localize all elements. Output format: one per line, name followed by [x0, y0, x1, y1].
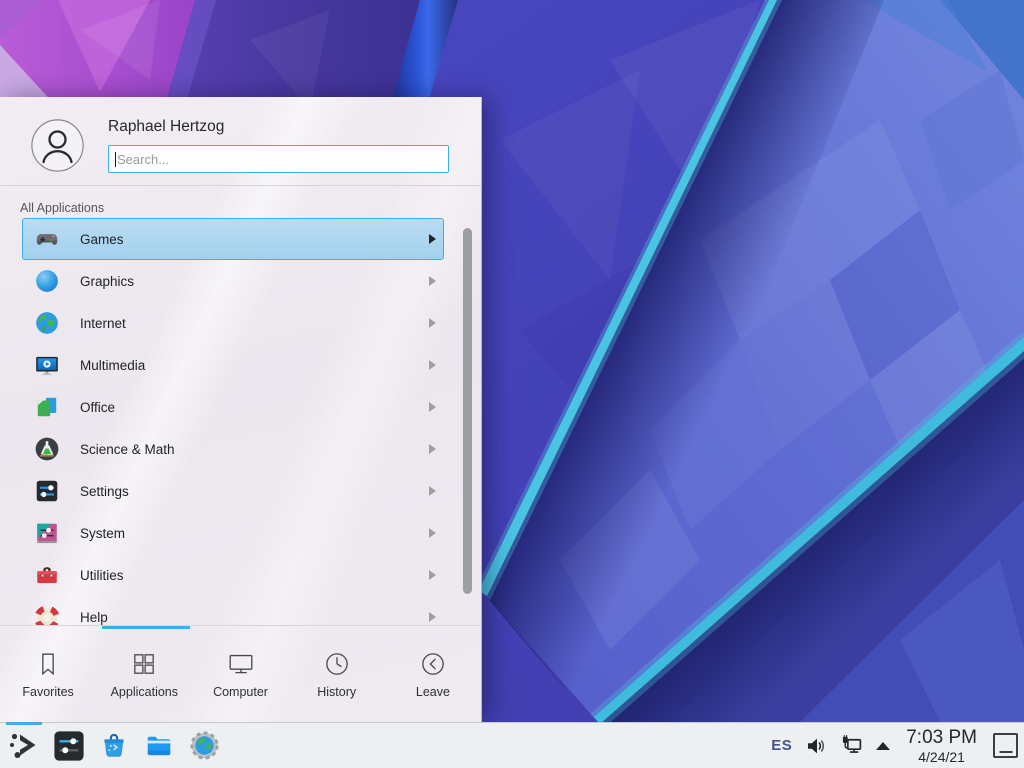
category-games[interactable]: Games	[22, 218, 444, 260]
tab-history[interactable]: History	[289, 626, 385, 722]
submenu-arrow-icon	[429, 318, 436, 328]
taskbar: ES 7:03 PM 4/24/21	[0, 722, 1024, 768]
computer-icon	[226, 649, 256, 679]
tab-computer[interactable]: Computer	[192, 626, 288, 722]
category-utilities[interactable]: Utilities	[22, 554, 444, 596]
submenu-arrow-icon	[429, 402, 436, 412]
discover-button[interactable]	[98, 723, 130, 768]
clock-date: 4/24/21	[906, 750, 977, 764]
category-label: Multimedia	[80, 358, 145, 373]
system-tray: ES 7:03 PM 4/24/21	[771, 723, 1024, 768]
clock-time: 7:03 PM	[906, 728, 977, 747]
volume-icon[interactable]	[805, 735, 827, 757]
tab-label: History	[317, 685, 356, 699]
submenu-arrow-icon	[429, 444, 436, 454]
submenu-arrow-icon	[429, 234, 436, 244]
internet-icon	[34, 310, 60, 336]
search-placeholder: Search...	[117, 152, 169, 167]
category-label: Graphics	[80, 274, 134, 289]
category-settings[interactable]: Settings	[22, 470, 444, 512]
category-multimedia[interactable]: Multimedia	[22, 344, 444, 386]
category-label: Office	[80, 400, 115, 415]
submenu-arrow-icon	[429, 486, 436, 496]
system-settings-button[interactable]	[53, 723, 85, 768]
application-launcher-button[interactable]	[5, 723, 43, 768]
tab-label: Leave	[416, 685, 450, 699]
show-desktop-button[interactable]	[993, 733, 1018, 758]
launcher-header: Raphael Hertzog Search...	[0, 97, 481, 186]
text-cursor	[115, 152, 116, 167]
category-label: Games	[80, 232, 124, 247]
active-tab-indicator	[102, 626, 190, 629]
submenu-arrow-icon	[429, 612, 436, 622]
system-icon	[34, 520, 60, 546]
submenu-arrow-icon	[429, 570, 436, 580]
category-label: Help	[80, 610, 108, 625]
multimedia-icon	[34, 352, 60, 378]
applications-icon	[129, 649, 159, 679]
kde-launcher-icon	[7, 729, 41, 763]
desktop: Raphael Hertzog Search... All Applicatio…	[0, 0, 1024, 768]
user-name: Raphael Hertzog	[108, 118, 224, 136]
category-list: Games Graphics	[0, 218, 481, 625]
tab-leave[interactable]: Leave	[385, 626, 481, 722]
tab-label: Computer	[213, 685, 268, 699]
category-graphics[interactable]: Graphics	[22, 260, 444, 302]
tab-favorites[interactable]: Favorites	[0, 626, 96, 722]
dolphin-folder-icon	[143, 729, 175, 762]
category-system[interactable]: System	[22, 512, 444, 554]
konqueror-globe-icon	[189, 730, 220, 761]
section-label: All Applications	[20, 201, 104, 215]
tab-label: Applications	[111, 685, 178, 699]
submenu-arrow-icon	[429, 360, 436, 370]
system-settings-icon	[53, 730, 85, 762]
utilities-icon	[34, 562, 60, 588]
games-icon	[34, 226, 60, 252]
application-launcher-menu: Raphael Hertzog Search... All Applicatio…	[0, 97, 482, 722]
submenu-arrow-icon	[429, 276, 436, 286]
history-icon	[322, 649, 352, 679]
category-help[interactable]: Help	[22, 596, 444, 625]
category-label: Science & Math	[80, 442, 175, 457]
submenu-arrow-icon	[429, 528, 436, 538]
file-manager-button[interactable]	[143, 723, 175, 768]
tab-applications[interactable]: Applications	[96, 626, 192, 722]
discover-bag-icon	[98, 729, 130, 762]
expand-tray-icon[interactable]	[876, 742, 890, 750]
favorites-icon	[33, 649, 63, 679]
category-science-math[interactable]: Science & Math	[22, 428, 444, 470]
graphics-icon	[34, 268, 60, 294]
tab-label: Favorites	[22, 685, 73, 699]
category-label: Utilities	[80, 568, 124, 583]
leave-icon	[418, 649, 448, 679]
search-input[interactable]: Search...	[108, 145, 449, 173]
category-label: System	[80, 526, 125, 541]
help-icon	[34, 604, 60, 625]
office-icon	[34, 394, 60, 420]
taskbar-launchers	[0, 723, 220, 768]
user-avatar-icon[interactable]	[31, 119, 84, 172]
launcher-tab-bar: Favorites Applications Computer	[0, 625, 481, 722]
category-label: Internet	[80, 316, 126, 331]
category-internet[interactable]: Internet	[22, 302, 444, 344]
category-label: Settings	[80, 484, 129, 499]
digital-clock[interactable]: 7:03 PM 4/24/21	[906, 728, 977, 764]
active-task-indicator	[6, 722, 42, 725]
network-icon[interactable]	[840, 734, 863, 757]
browser-button[interactable]	[189, 723, 220, 768]
scrollbar[interactable]	[463, 228, 472, 594]
settings-icon	[34, 478, 60, 504]
category-office[interactable]: Office	[22, 386, 444, 428]
keyboard-layout-indicator[interactable]: ES	[771, 737, 792, 754]
science-icon	[34, 436, 60, 462]
